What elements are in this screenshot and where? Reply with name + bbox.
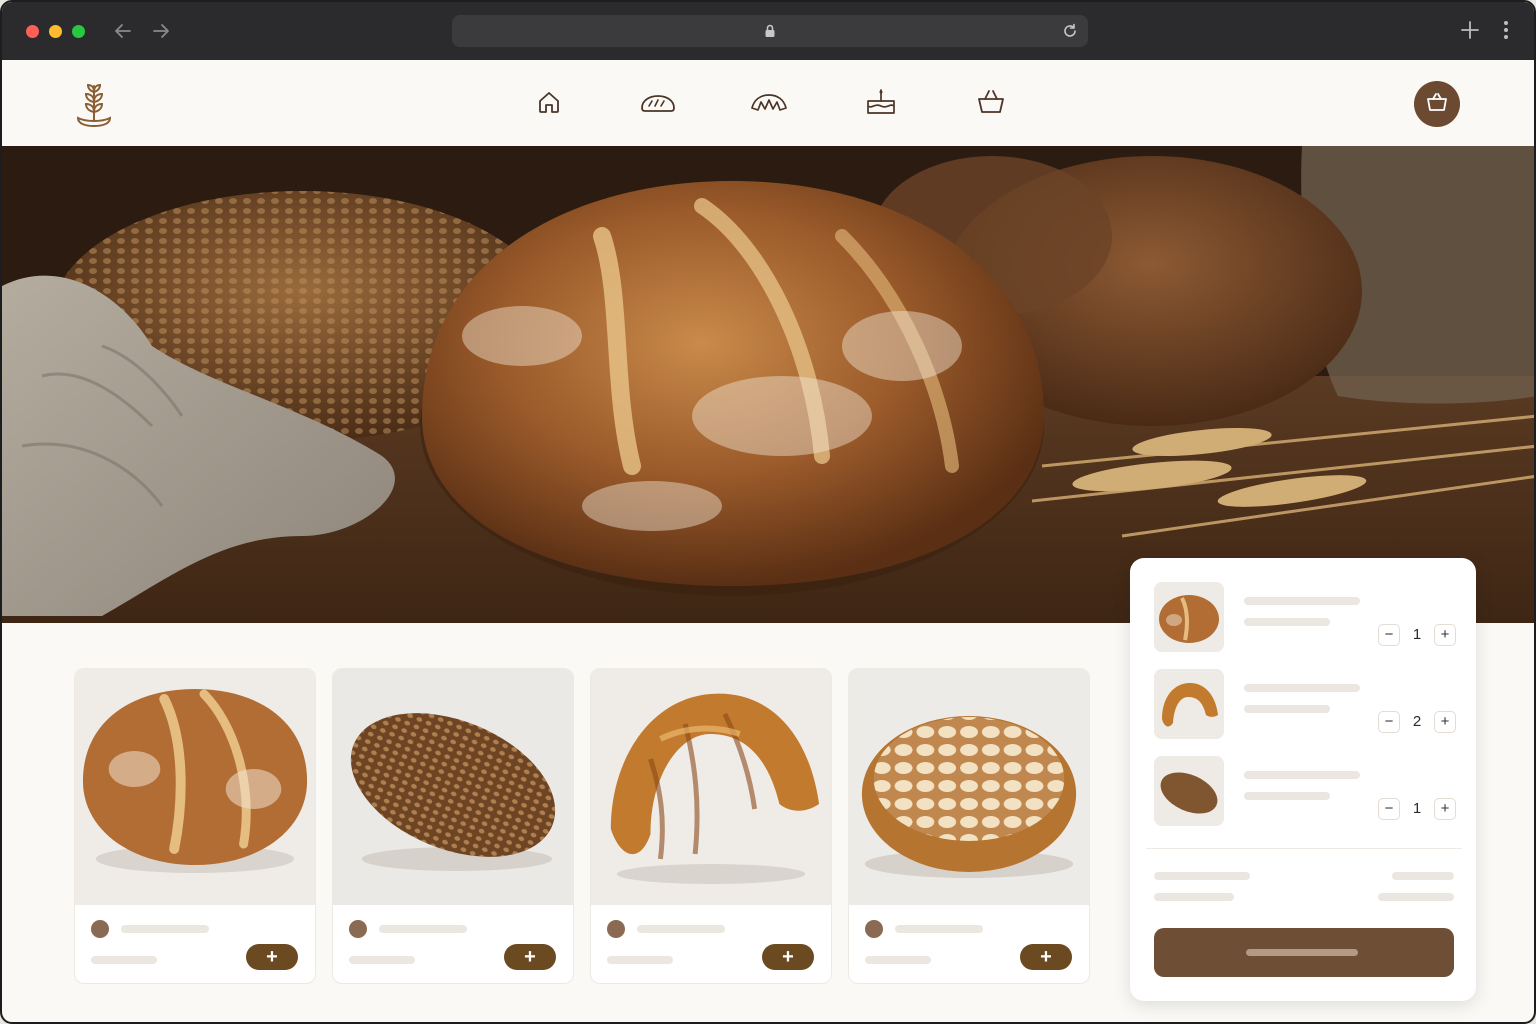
product-image-sourdough xyxy=(75,669,315,905)
new-tab-icon[interactable] xyxy=(1458,18,1482,42)
product-card[interactable]: + xyxy=(848,668,1090,984)
wheat-logo-icon[interactable] xyxy=(72,78,116,130)
quantity-stepper: − 2 + xyxy=(1378,711,1458,733)
hero-bread-image xyxy=(2,146,1534,623)
minimize-window-button[interactable] xyxy=(49,25,62,38)
increase-quantity-button[interactable]: + xyxy=(1434,624,1456,646)
product-price-placeholder xyxy=(607,956,673,964)
site-header xyxy=(2,60,1534,146)
shipping-value-placeholder xyxy=(1378,893,1454,901)
cart-item-image-seeded-rye xyxy=(1154,756,1224,826)
decrease-quantity-button[interactable]: − xyxy=(1378,798,1400,820)
cart-button[interactable] xyxy=(1414,81,1460,127)
cart-item-price-placeholder xyxy=(1244,792,1330,800)
back-arrow-icon[interactable] xyxy=(110,17,136,45)
more-icon[interactable] xyxy=(1496,18,1516,42)
add-to-cart-button[interactable]: + xyxy=(504,944,556,970)
maximize-window-button[interactable] xyxy=(72,25,85,38)
cart-divider xyxy=(1146,848,1462,849)
product-name-placeholder xyxy=(121,925,209,933)
shipping-label-placeholder xyxy=(1154,893,1234,901)
add-to-cart-button[interactable]: + xyxy=(762,944,814,970)
cart-item-name-placeholder xyxy=(1244,684,1360,692)
product-card[interactable]: + xyxy=(590,668,832,984)
browser-toolbar xyxy=(2,2,1534,60)
cart-item: − 2 + xyxy=(1154,669,1456,739)
product-price-placeholder xyxy=(91,956,157,964)
cart-item-image-sourdough xyxy=(1154,582,1224,652)
cake-icon xyxy=(864,87,898,122)
cart-panel: − 1 + − 2 + − 1 + xyxy=(1130,558,1476,1001)
product-price-placeholder xyxy=(865,956,931,964)
subtotal-value-placeholder xyxy=(1392,872,1454,880)
nav-home[interactable] xyxy=(529,86,569,122)
bread-loaf-icon xyxy=(638,88,678,121)
home-icon xyxy=(535,88,563,121)
product-image-seeded-rye xyxy=(333,669,573,905)
product-image-croissant xyxy=(591,669,831,905)
product-name-placeholder xyxy=(637,925,725,933)
increase-quantity-button[interactable]: + xyxy=(1434,711,1456,733)
shopping-bag-icon xyxy=(1425,91,1449,118)
nav-cakes[interactable] xyxy=(861,86,901,122)
reload-icon[interactable] xyxy=(1060,21,1080,41)
product-name-placeholder xyxy=(895,925,983,933)
product-image-almond-tart xyxy=(849,669,1089,905)
nav-basket[interactable] xyxy=(971,86,1011,122)
product-badge xyxy=(607,920,625,938)
quantity-value: 2 xyxy=(1412,713,1422,730)
forward-arrow-icon[interactable] xyxy=(148,17,174,45)
hero-banner xyxy=(2,146,1534,623)
browser-window: + + + + − 1 + − 2 + − 1 + xyxy=(0,0,1536,1024)
croissant-icon xyxy=(749,88,789,121)
product-price-placeholder xyxy=(349,956,415,964)
increase-quantity-button[interactable]: + xyxy=(1434,798,1456,820)
lock-icon xyxy=(762,23,778,39)
product-card[interactable]: + xyxy=(74,668,316,984)
close-window-button[interactable] xyxy=(26,25,39,38)
cart-item-name-placeholder xyxy=(1244,597,1360,605)
quantity-value: 1 xyxy=(1412,626,1422,643)
cart-item-image-croissant xyxy=(1154,669,1224,739)
checkout-button[interactable] xyxy=(1154,928,1454,977)
cart-item-price-placeholder xyxy=(1244,705,1330,713)
decrease-quantity-button[interactable]: − xyxy=(1378,624,1400,646)
quantity-stepper: − 1 + xyxy=(1378,798,1458,820)
address-bar[interactable] xyxy=(452,15,1088,47)
quantity-value: 1 xyxy=(1412,800,1422,817)
product-name-placeholder xyxy=(379,925,467,933)
product-badge xyxy=(349,920,367,938)
cart-item-price-placeholder xyxy=(1244,618,1330,626)
basket-icon xyxy=(975,87,1007,122)
add-to-cart-button[interactable]: + xyxy=(246,944,298,970)
subtotal-label-placeholder xyxy=(1154,872,1250,880)
cart-item: − 1 + xyxy=(1154,582,1456,652)
checkout-label-placeholder xyxy=(1246,949,1358,956)
quantity-stepper: − 1 + xyxy=(1378,624,1458,646)
nav-croissant[interactable] xyxy=(749,86,789,122)
add-to-cart-button[interactable]: + xyxy=(1020,944,1072,970)
decrease-quantity-button[interactable]: − xyxy=(1378,711,1400,733)
cart-item-name-placeholder xyxy=(1244,771,1360,779)
nav-bread[interactable] xyxy=(638,86,678,122)
product-badge xyxy=(865,920,883,938)
product-card[interactable]: + xyxy=(332,668,574,984)
product-badge xyxy=(91,920,109,938)
cart-item: − 1 + xyxy=(1154,756,1456,826)
